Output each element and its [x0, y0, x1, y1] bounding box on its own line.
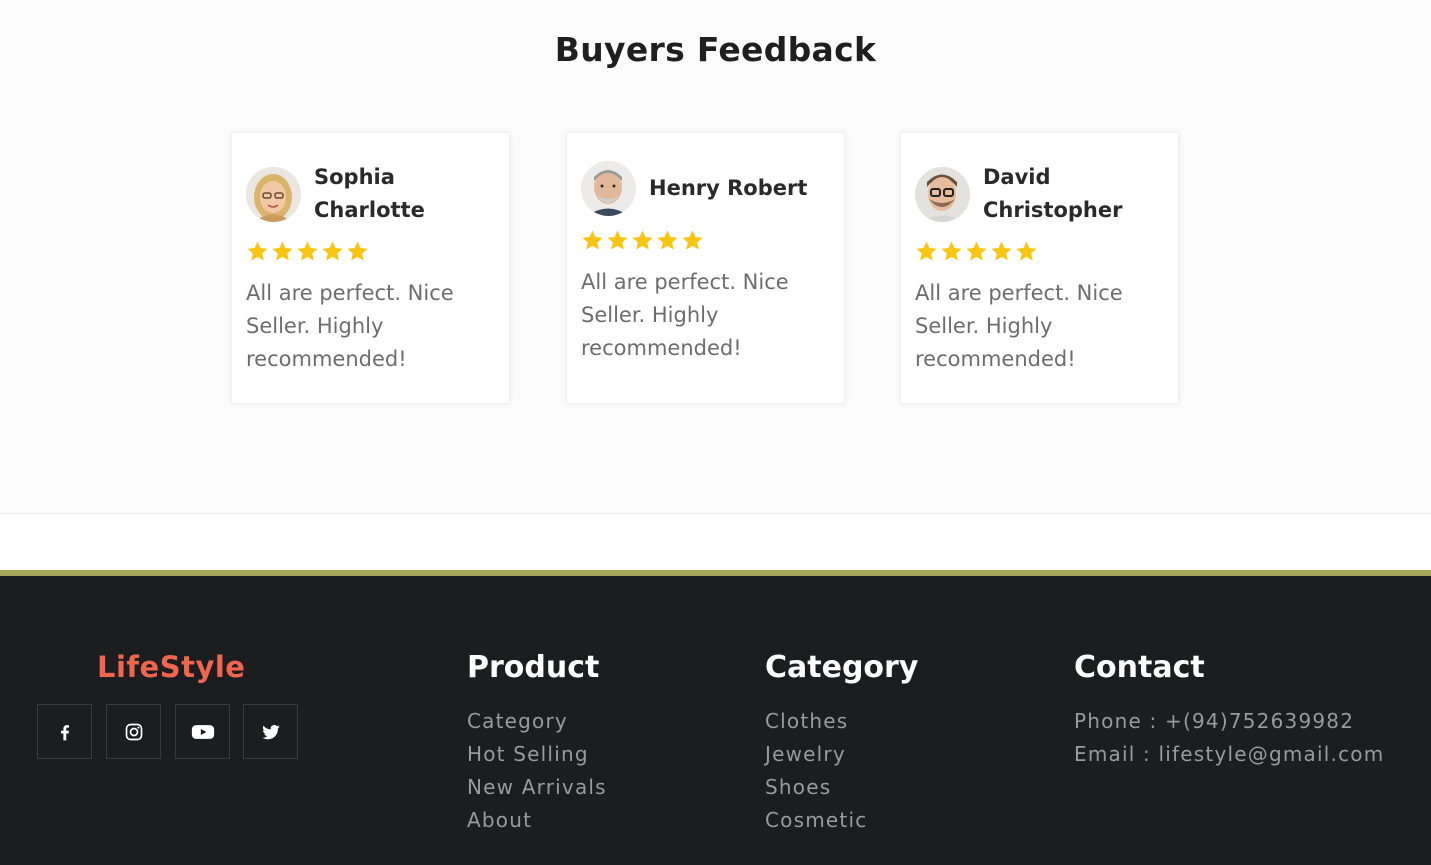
- footer-link-new-arrivals[interactable]: New Arrivals: [467, 771, 607, 804]
- star-icon: [1016, 241, 1037, 261]
- review-card: Henry Robert All are perfect. Nice Selle…: [566, 132, 845, 404]
- twitter-icon: [261, 724, 280, 739]
- youtube-button[interactable]: [175, 704, 230, 759]
- avatar: [915, 166, 970, 222]
- product-heading: Product: [467, 650, 600, 685]
- footer-link-hot-selling[interactable]: Hot Selling: [467, 738, 607, 771]
- footer-link-cosmetic[interactable]: Cosmetic: [765, 804, 867, 837]
- category-heading: Category: [765, 650, 919, 685]
- review-card: Sophia Charlotte All are perfect. Nice S…: [231, 132, 510, 404]
- avatar: [581, 161, 636, 216]
- star-icon: [322, 241, 343, 261]
- feedback-section: Buyers Feedback Sophia Charlotte All are…: [0, 0, 1431, 514]
- footer-link-category[interactable]: Category: [467, 705, 607, 738]
- facebook-button[interactable]: [37, 704, 92, 759]
- star-icon: [966, 241, 987, 261]
- category-links: Clothes Jewelry Shoes Cosmetic: [765, 705, 867, 837]
- instagram-button[interactable]: [106, 704, 161, 759]
- review-header: Sophia Charlotte: [246, 161, 494, 227]
- star-icon: [632, 230, 653, 250]
- review-card: David Christopher All are perfect. Nice …: [900, 132, 1179, 404]
- star-icon: [347, 241, 368, 261]
- contact-phone: Phone : +(94)752639982: [1074, 709, 1355, 733]
- star-rating: [581, 229, 704, 252]
- avatar: [246, 166, 301, 222]
- star-icon: [657, 230, 678, 250]
- star-icon: [582, 230, 603, 250]
- footer-logo[interactable]: LifeStyle: [97, 650, 245, 684]
- star-icon: [991, 241, 1012, 261]
- star-rating: [915, 240, 1038, 263]
- reviewer-name: Sophia Charlotte: [314, 165, 425, 222]
- star-rating: [246, 240, 369, 263]
- footer-link-jewelry[interactable]: Jewelry: [765, 738, 867, 771]
- footer-link-about[interactable]: About: [467, 804, 607, 837]
- review-text: All are perfect. Nice Seller. Highly rec…: [246, 281, 454, 371]
- youtube-icon: [191, 724, 214, 739]
- section-title: Buyers Feedback: [554, 30, 877, 69]
- review-text: All are perfect. Nice Seller. Highly rec…: [915, 281, 1123, 371]
- review-header: David Christopher: [915, 161, 1163, 227]
- twitter-button[interactable]: [243, 704, 298, 759]
- site-footer: LifeStyle Product Category Hot Selling N…: [0, 570, 1431, 865]
- section-spacer: [0, 515, 1431, 570]
- reviewer-name: David Christopher: [983, 165, 1123, 222]
- star-icon: [247, 241, 268, 261]
- contact-email[interactable]: Email : lifestyle@gmail.com: [1074, 738, 1384, 771]
- review-text: All are perfect. Nice Seller. Highly rec…: [581, 270, 789, 360]
- contact-info: Phone : +(94)752639982 Email : lifestyle…: [1074, 705, 1384, 771]
- facebook-icon: [60, 724, 69, 740]
- star-icon: [607, 230, 628, 250]
- product-links: Category Hot Selling New Arrivals About: [467, 705, 607, 837]
- reviewer-name: Henry Robert: [649, 176, 808, 200]
- instagram-icon: [125, 723, 142, 740]
- star-icon: [682, 230, 703, 250]
- star-icon: [916, 241, 937, 261]
- review-header: Henry Robert: [581, 161, 829, 216]
- contact-heading: Contact: [1074, 650, 1205, 685]
- footer-link-clothes[interactable]: Clothes: [765, 705, 867, 738]
- star-icon: [272, 241, 293, 261]
- footer-link-shoes[interactable]: Shoes: [765, 771, 867, 804]
- star-icon: [941, 241, 962, 261]
- star-icon: [297, 241, 318, 261]
